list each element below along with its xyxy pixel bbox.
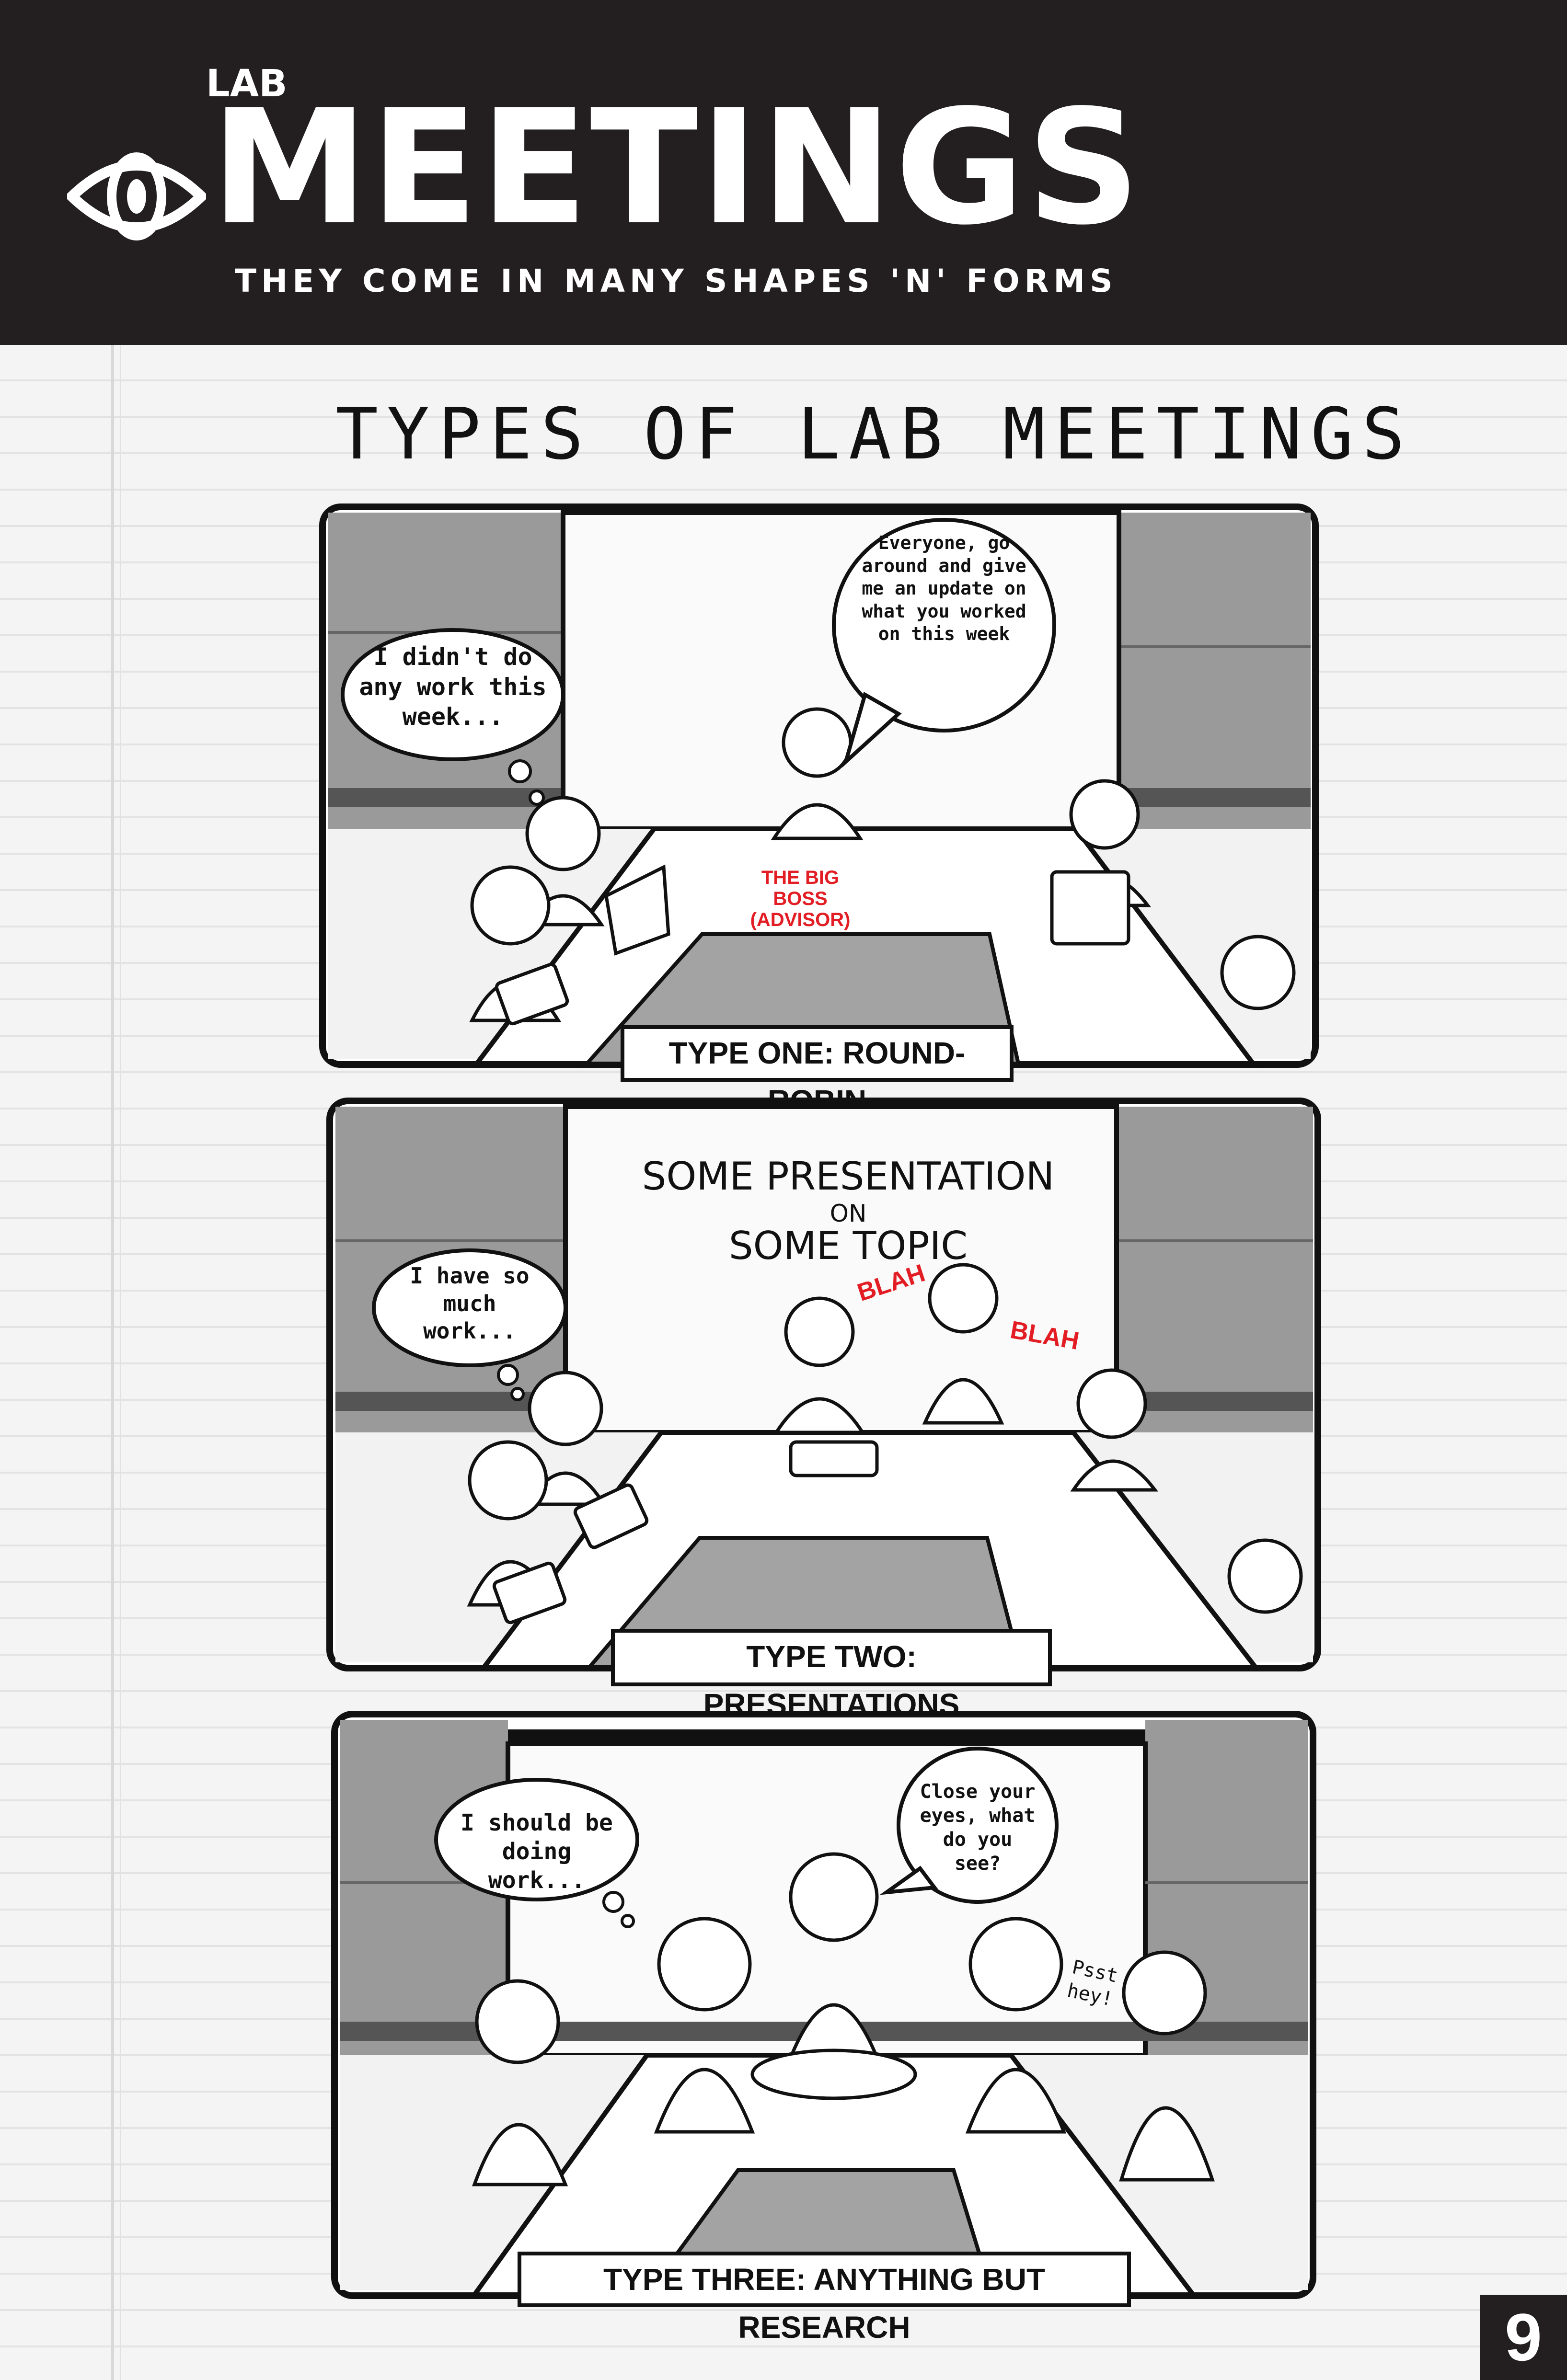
caption-presentations: TYPE TWO: PRESENTATIONS: [611, 1629, 1052, 1722]
advisor-label: THE BIG BOSS (ADVISOR): [750, 867, 851, 930]
header-banner: LAB MEETINGS THEY COME IN MANY SHAPES 'N…: [0, 0, 1567, 345]
margin-line-secondary: [120, 345, 121, 2380]
presentation-title-line1: SOME PRESENTATION: [642, 1154, 1055, 1199]
panel-presentations: I have so much work... SOME PRESENTATION…: [326, 1097, 1323, 1672]
panel-anything-but-research: I should be doing work... Close your eye…: [331, 1710, 1318, 2300]
speech-bubble-text: Close your eyes, what do you see?: [920, 1781, 1036, 1875]
presentation-title-line3: SOME TOPIC: [728, 1224, 968, 1268]
logo-title: MEETINGS: [211, 76, 1142, 260]
page-heading: TYPES OF LAB MEETINGS: [335, 393, 1414, 475]
caption-anything-but-research: TYPE THREE: ANYTHING BUT RESEARCH: [518, 2252, 1131, 2345]
thought-bubble-text: I should be doing work...: [461, 1809, 613, 1894]
panel-round-robin: I didn't do any work this week... Everyo…: [319, 503, 1320, 1068]
caption-round-robin: TYPE ONE: ROUND-ROBIN: [621, 1025, 1014, 1118]
thought-bubble-text: I have so much work...: [410, 1263, 530, 1344]
speech-bubble-text: Everyone, go around and give me an updat…: [862, 532, 1026, 644]
logo-subtitle: THEY COME IN MANY SHAPES 'N' FORMS: [235, 263, 1118, 299]
panel-anything-but-research-art: [331, 1711, 1316, 2299]
margin-line: [111, 345, 114, 2380]
page-number: 9: [1480, 2295, 1567, 2380]
panel-round-robin-art: [319, 503, 1319, 1068]
thought-bubble-text: I didn't do any work this week...: [359, 643, 547, 731]
eye-icon: [67, 152, 206, 240]
